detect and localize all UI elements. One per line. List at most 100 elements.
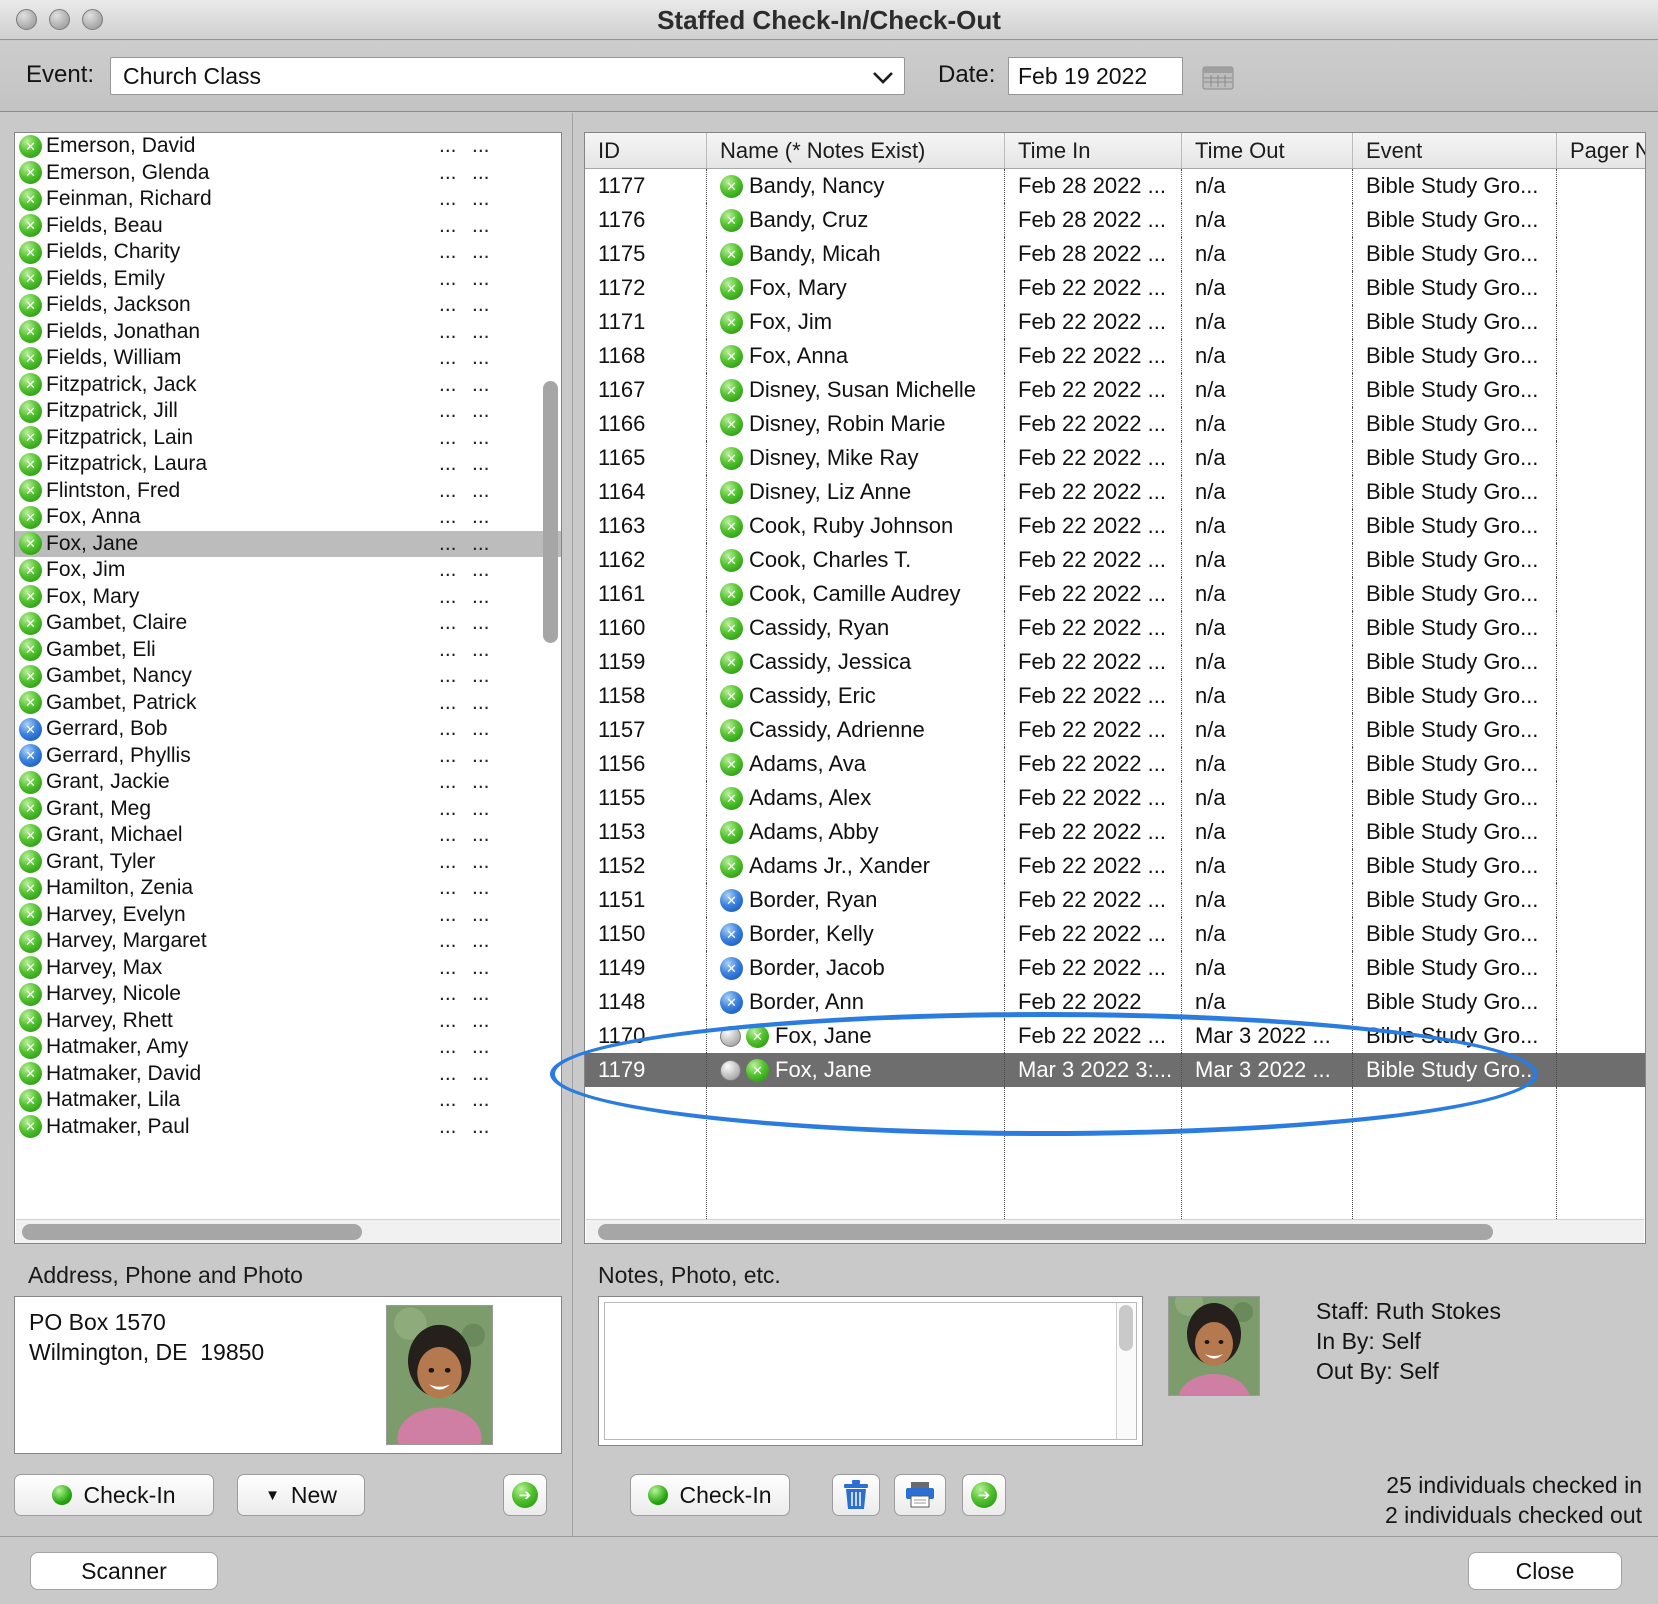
attendee-row[interactable]: ✕Fields, Emily...... xyxy=(15,266,561,293)
detail-ellipsis-2[interactable]: ... xyxy=(472,611,490,635)
attendee-row[interactable]: ✕Harvey, Max...... xyxy=(15,955,561,982)
calendar-icon[interactable] xyxy=(1202,64,1234,90)
attendee-row[interactable]: ✕Hatmaker, Paul...... xyxy=(15,1114,561,1141)
attendee-row[interactable]: ✕Grant, Michael...... xyxy=(15,822,561,849)
detail-ellipsis-2[interactable]: ... xyxy=(472,558,490,582)
checkin-row[interactable]: 1164✕Disney, Liz AnneFeb 22 2022 ...n/aB… xyxy=(585,475,1645,509)
detail-ellipsis-1[interactable]: ... xyxy=(439,611,457,635)
detail-ellipsis-2[interactable]: ... xyxy=(472,532,490,556)
attendee-row[interactable]: ✕Grant, Tyler...... xyxy=(15,849,561,876)
attendee-row[interactable]: ✕Fields, William...... xyxy=(15,345,561,372)
detail-ellipsis-2[interactable]: ... xyxy=(472,850,490,874)
checkin-row[interactable]: 1150✕Border, KellyFeb 22 2022 ...n/aBibl… xyxy=(585,917,1645,951)
checkin-row[interactable]: 1157✕Cassidy, AdrienneFeb 22 2022 ...n/a… xyxy=(585,713,1645,747)
attendee-row[interactable]: ✕Fields, Beau...... xyxy=(15,213,561,240)
checkin-row[interactable]: 1168✕Fox, AnnaFeb 22 2022 ...n/aBible St… xyxy=(585,339,1645,373)
detail-ellipsis-2[interactable]: ... xyxy=(472,161,490,185)
detail-ellipsis-2[interactable]: ... xyxy=(472,1035,490,1059)
attendee-row[interactable]: ✕Flintston, Fred...... xyxy=(15,478,561,505)
checkin-row[interactable]: 1177✕Bandy, NancyFeb 28 2022 ...n/aBible… xyxy=(585,169,1645,203)
detail-ellipsis-2[interactable]: ... xyxy=(472,956,490,980)
go-arrow-button-left[interactable]: ➔ xyxy=(503,1474,547,1516)
detail-ellipsis-1[interactable]: ... xyxy=(439,903,457,927)
check-in-button-right[interactable]: Check-In xyxy=(630,1474,790,1516)
detail-ellipsis-1[interactable]: ... xyxy=(439,1115,457,1139)
new-button[interactable]: ▼ New xyxy=(237,1474,365,1516)
detail-ellipsis-1[interactable]: ... xyxy=(439,293,457,317)
col-time-out[interactable]: Time Out xyxy=(1182,133,1353,168)
checkin-row[interactable]: 1153✕Adams, AbbyFeb 22 2022 ...n/aBible … xyxy=(585,815,1645,849)
checkin-row[interactable]: 1161✕Cook, Camille AudreyFeb 22 2022 ...… xyxy=(585,577,1645,611)
attendee-row[interactable]: ✕Fitzpatrick, Jill...... xyxy=(15,398,561,425)
detail-ellipsis-1[interactable]: ... xyxy=(439,585,457,609)
detail-ellipsis-2[interactable]: ... xyxy=(472,876,490,900)
detail-ellipsis-2[interactable]: ... xyxy=(472,505,490,529)
checkin-row[interactable]: 1167✕Disney, Susan MichelleFeb 22 2022 .… xyxy=(585,373,1645,407)
checkin-row[interactable]: 1171✕Fox, JimFeb 22 2022 ...n/aBible Stu… xyxy=(585,305,1645,339)
detail-ellipsis-2[interactable]: ... xyxy=(472,744,490,768)
detail-ellipsis-1[interactable]: ... xyxy=(439,373,457,397)
detail-ellipsis-2[interactable]: ... xyxy=(472,1009,490,1033)
attendee-list-hscroll-thumb[interactable] xyxy=(22,1224,362,1240)
attendee-list-hscrollbar[interactable] xyxy=(16,1219,560,1243)
attendee-row[interactable]: ✕Fields, Jackson...... xyxy=(15,292,561,319)
detail-ellipsis-1[interactable]: ... xyxy=(439,956,457,980)
detail-ellipsis-1[interactable]: ... xyxy=(439,823,457,847)
table-hscroll-thumb[interactable] xyxy=(598,1224,1493,1240)
detail-ellipsis-2[interactable]: ... xyxy=(472,1115,490,1139)
detail-ellipsis-2[interactable]: ... xyxy=(472,214,490,238)
detail-ellipsis-2[interactable]: ... xyxy=(472,929,490,953)
detail-ellipsis-1[interactable]: ... xyxy=(439,426,457,450)
checkin-row[interactable]: 1170✕Fox, JaneFeb 22 2022 ...Mar 3 2022 … xyxy=(585,1019,1645,1053)
attendee-row[interactable]: ✕Hatmaker, Lila...... xyxy=(15,1087,561,1114)
close-button[interactable]: Close xyxy=(1468,1552,1622,1590)
detail-ellipsis-1[interactable]: ... xyxy=(439,399,457,423)
checkin-row[interactable]: 1172✕Fox, MaryFeb 22 2022 ...n/aBible St… xyxy=(585,271,1645,305)
checkin-row[interactable]: 1160✕Cassidy, RyanFeb 22 2022 ...n/aBibl… xyxy=(585,611,1645,645)
notes-vscroll-thumb[interactable] xyxy=(1119,1305,1133,1351)
checkin-row[interactable]: 1166✕Disney, Robin MarieFeb 22 2022 ...n… xyxy=(585,407,1645,441)
detail-ellipsis-1[interactable]: ... xyxy=(439,638,457,662)
detail-ellipsis-2[interactable]: ... xyxy=(472,638,490,662)
detail-ellipsis-1[interactable]: ... xyxy=(439,691,457,715)
attendee-row[interactable]: ✕Gambet, Eli...... xyxy=(15,637,561,664)
checkin-row[interactable]: 1152✕Adams Jr., XanderFeb 22 2022 ...n/a… xyxy=(585,849,1645,883)
detail-ellipsis-2[interactable]: ... xyxy=(472,823,490,847)
detail-ellipsis-2[interactable]: ... xyxy=(472,373,490,397)
checkin-row[interactable]: 1158✕Cassidy, EricFeb 22 2022 ...n/aBibl… xyxy=(585,679,1645,713)
detail-ellipsis-2[interactable]: ... xyxy=(472,134,490,158)
detail-ellipsis-2[interactable]: ... xyxy=(472,479,490,503)
detail-ellipsis-1[interactable]: ... xyxy=(439,214,457,238)
detail-ellipsis-1[interactable]: ... xyxy=(439,1088,457,1112)
attendee-row[interactable]: ✕Grant, Meg...... xyxy=(15,796,561,823)
detail-ellipsis-2[interactable]: ... xyxy=(472,1062,490,1086)
attendee-row[interactable]: ✕Harvey, Rhett...... xyxy=(15,1008,561,1035)
detail-ellipsis-1[interactable]: ... xyxy=(439,850,457,874)
checkin-row[interactable]: 1151✕Border, RyanFeb 22 2022 ...n/aBible… xyxy=(585,883,1645,917)
detail-ellipsis-1[interactable]: ... xyxy=(439,532,457,556)
col-event[interactable]: Event xyxy=(1353,133,1557,168)
date-input[interactable] xyxy=(1008,57,1183,95)
detail-ellipsis-1[interactable]: ... xyxy=(439,267,457,291)
detail-ellipsis-1[interactable]: ... xyxy=(439,664,457,688)
detail-ellipsis-2[interactable]: ... xyxy=(472,452,490,476)
detail-ellipsis-1[interactable]: ... xyxy=(439,320,457,344)
detail-ellipsis-1[interactable]: ... xyxy=(439,744,457,768)
detail-ellipsis-1[interactable]: ... xyxy=(439,346,457,370)
table-hscrollbar[interactable] xyxy=(586,1219,1644,1243)
attendee-row[interactable]: ✕Fox, Jane...... xyxy=(15,531,561,558)
attendee-row[interactable]: ✕Emerson, Glenda...... xyxy=(15,160,561,187)
scanner-button[interactable]: Scanner xyxy=(30,1552,218,1590)
checkin-row[interactable]: 1176✕Bandy, CruzFeb 28 2022 ...n/aBible … xyxy=(585,203,1645,237)
detail-ellipsis-2[interactable]: ... xyxy=(472,585,490,609)
col-id[interactable]: ID xyxy=(585,133,707,168)
detail-ellipsis-1[interactable]: ... xyxy=(439,1035,457,1059)
attendee-row[interactable]: ✕Hatmaker, Amy...... xyxy=(15,1034,561,1061)
detail-ellipsis-2[interactable]: ... xyxy=(472,1088,490,1112)
detail-ellipsis-2[interactable]: ... xyxy=(472,717,490,741)
checkin-row[interactable]: 1156✕Adams, AvaFeb 22 2022 ...n/aBible S… xyxy=(585,747,1645,781)
attendee-row[interactable]: ✕Harvey, Nicole...... xyxy=(15,981,561,1008)
detail-ellipsis-2[interactable]: ... xyxy=(472,664,490,688)
detail-ellipsis-1[interactable]: ... xyxy=(439,929,457,953)
attendee-row[interactable]: ✕Fox, Jim...... xyxy=(15,557,561,584)
